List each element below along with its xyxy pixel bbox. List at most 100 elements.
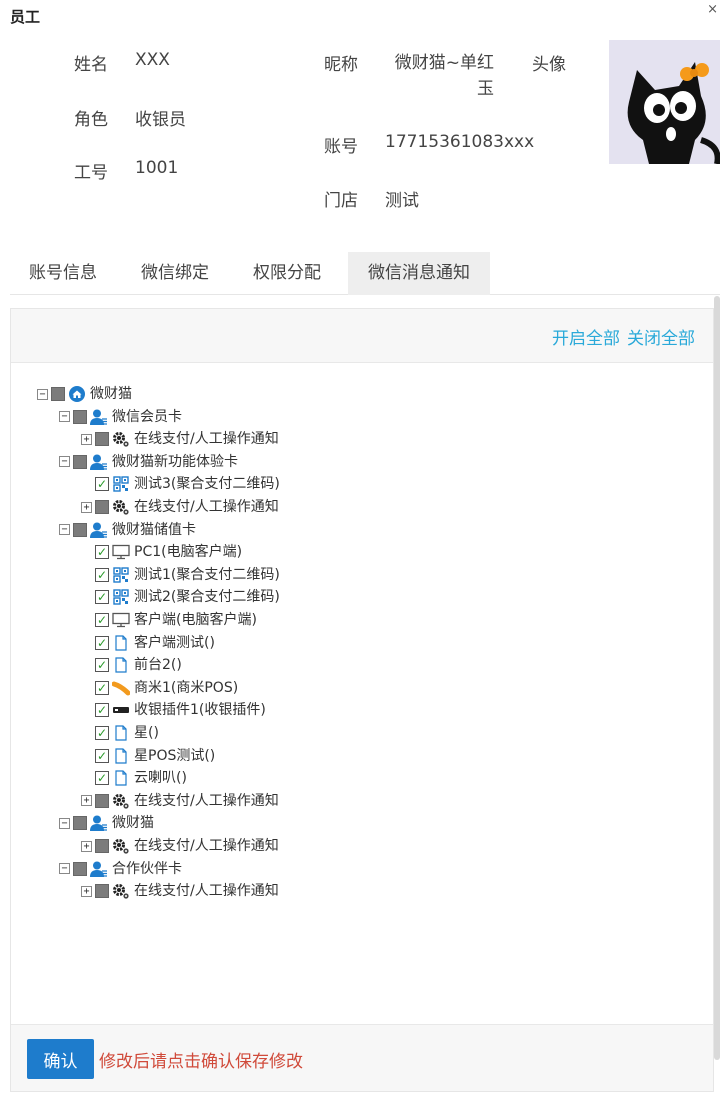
tree-node[interactable]: ✓ 星POS测试() [81,746,215,766]
close-icon[interactable]: × [707,2,718,17]
tree-node[interactable]: ✓ 测试2(聚合支付二维码) [81,587,280,607]
tree-node-label: 测试1(聚合支付二维码) [134,566,280,583]
tree-node[interactable]: ✓ 客户端(电脑客户端) [81,610,257,630]
gear-icon [112,793,130,809]
account-label: 账号 [324,137,358,157]
expand-icon[interactable]: + [81,795,92,807]
qrcode-icon [112,589,130,606]
document-icon [112,657,130,673]
document-icon [112,747,130,764]
tree-checkbox[interactable]: ✓ [95,703,109,718]
collapse-icon[interactable]: − [59,863,70,875]
tree-node[interactable]: − 微财猫 [37,384,132,404]
nickname-value: 微财猫~单红玉 [394,53,494,99]
expand-icon[interactable]: + [81,501,92,513]
employee-id-value: 1001 [135,158,179,178]
tree-checkbox[interactable] [73,522,87,537]
collapse-icon[interactable]: − [59,456,70,468]
tree-node[interactable]: ✓ 云喇叭() [81,768,187,788]
tree-checkbox[interactable]: ✓ [95,726,109,740]
qrcode-icon [112,476,130,493]
tree-checkbox[interactable]: ✓ [95,613,109,627]
tree-node[interactable]: − 微财猫 [59,813,154,833]
expand-icon[interactable]: + [81,885,92,897]
tree-checkbox[interactable]: ✓ [95,748,109,763]
tree-checkbox[interactable]: ✓ [95,658,109,673]
tree-checkbox[interactable] [95,500,109,514]
scrollbar[interactable] [714,296,720,1060]
close-all-link[interactable]: 关闭全部 [627,324,695,349]
document-icon [112,634,130,651]
collapse-icon[interactable]: − [59,524,70,536]
tree-node-label: 在线支付/人工操作通知 [134,792,279,809]
tree-node-label: 微财猫新功能体验卡 [112,453,238,470]
tree-node[interactable]: ✓ 收银插件1(收银插件) [81,700,266,720]
tree-checkbox[interactable] [95,884,109,899]
collapse-icon[interactable]: − [59,411,70,423]
tree-checkbox[interactable]: ✓ [95,567,109,582]
tree-checkbox[interactable] [73,861,87,876]
tree-node-label: 在线支付/人工操作通知 [134,883,279,900]
tree-checkbox[interactable] [73,409,87,424]
tree-checkbox[interactable] [95,839,109,853]
tree-node-label: 在线支付/人工操作通知 [134,838,279,854]
tab-account-info[interactable]: 账号信息 [16,252,110,295]
tree-node[interactable]: + 在线支付/人工操作通知 [81,836,279,856]
expand-icon[interactable]: + [81,433,92,445]
tree-node[interactable]: − 微信会员卡 [59,407,182,427]
document-icon [112,725,130,741]
tree-node[interactable]: + 在线支付/人工操作通知 [81,791,279,811]
tree-node[interactable]: ✓ 测试3(聚合支付二维码) [81,474,280,494]
tree-node[interactable]: ✓ PC1(电脑客户端) [81,542,242,562]
open-all-link[interactable]: 开启全部 [552,324,620,349]
tree-node-label: 测试3(聚合支付二维码) [134,476,280,493]
collapse-icon[interactable]: − [37,388,48,400]
avatar [609,40,720,164]
store-value: 测试 [385,191,419,211]
tree-checkbox[interactable] [73,816,87,831]
tree-node-label: 星() [134,725,159,741]
tree-checkbox[interactable] [95,432,109,447]
tree-node-label: 在线支付/人工操作通知 [134,431,279,448]
tree-node[interactable]: + 在线支付/人工操作通知 [81,497,279,517]
tree-node[interactable]: + 在线支付/人工操作通知 [81,429,279,449]
collapse-icon[interactable]: − [59,817,70,829]
tree-checkbox[interactable]: ✓ [95,477,109,492]
tree-node-label: 收银插件1(收银插件) [134,702,266,719]
tree-node[interactable]: ✓ 前台2() [81,655,182,675]
user-icon [90,522,108,538]
tree-node[interactable]: ✓ 商米1(商米POS) [81,678,238,698]
tree-node[interactable]: − 合作伙伴卡 [59,859,182,879]
tree-node[interactable]: + 在线支付/人工操作通知 [81,881,279,901]
tree-node[interactable]: − 微财猫新功能体验卡 [59,452,238,472]
account-value: 17715361083xxx [385,132,535,152]
confirm-button[interactable]: 确认 [27,1039,94,1079]
name-value: XXX [135,50,170,70]
monitor-icon [112,544,130,560]
panel-footer: 确认 修改后请点击确认保存修改 [11,1024,713,1091]
tree-node-label: PC1(电脑客户端) [134,544,243,561]
tree-checkbox[interactable] [95,793,109,808]
tab-permissions[interactable]: 权限分配 [240,252,334,295]
user-icon [90,815,108,832]
tab-wechat-notifications[interactable]: 微信消息通知 [348,252,490,295]
tree-node[interactable]: − 微财猫储值卡 [59,520,196,540]
tree-checkbox[interactable] [51,387,65,401]
tree-checkbox[interactable]: ✓ [95,680,109,695]
tree-checkbox[interactable]: ✓ [95,635,109,650]
qrcode-icon [112,567,130,583]
expand-icon[interactable]: + [81,840,92,852]
tree-node[interactable]: ✓ 客户端测试() [81,633,215,653]
notification-panel: 开启全部 关闭全部 − 微财猫 − 微信会员卡 + 在线支付/人工操作通知 − 微财猫新功能体… [10,308,714,1092]
gear-icon [112,883,130,899]
tree-node-label: 星POS测试() [134,747,216,764]
tree-node[interactable]: ✓ 测试1(聚合支付二维码) [81,565,280,585]
tree-checkbox[interactable] [73,454,87,469]
plugin-icon [112,702,130,718]
tree-node-label: 微财猫 [90,386,132,402]
tree-node[interactable]: ✓ 星() [81,723,159,743]
tree-checkbox[interactable]: ✓ [95,771,109,786]
tree-checkbox[interactable]: ✓ [95,545,109,560]
tab-wechat-binding[interactable]: 微信绑定 [128,252,222,295]
tree-checkbox[interactable]: ✓ [95,590,109,605]
